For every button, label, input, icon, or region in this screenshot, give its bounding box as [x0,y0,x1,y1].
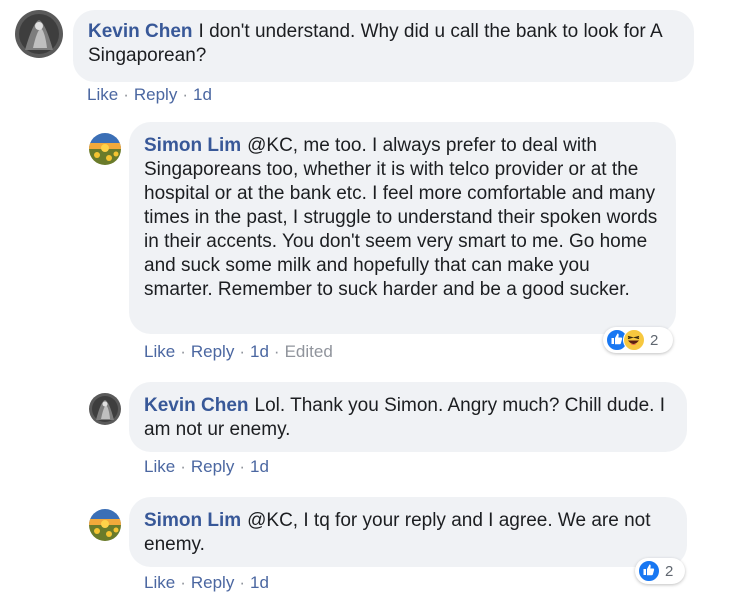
comment-bubble: Simon Lim @KC, I tq for your reply and I … [129,497,687,567]
reply-button[interactable]: Reply [191,573,234,592]
avatar-kevin-chen[interactable] [89,393,121,425]
reply-button[interactable]: Reply [191,342,234,361]
comment-text: Simon Lim @KC, I tq for your reply and I … [144,509,673,557]
comment-text: Kevin Chen Lol. Thank you Simon. Angry mu… [144,394,673,442]
separator: · [180,573,186,592]
reaction-count: 2 [665,562,674,580]
comment-actions: Like · Reply · 1d · Edited [144,342,333,362]
reply-button[interactable]: Reply [134,85,177,104]
comment-author[interactable]: Kevin Chen [144,395,249,416]
timestamp-link[interactable]: 1d [250,342,269,361]
separator: · [180,342,186,361]
reaction-summary[interactable]: 2 [603,327,673,353]
avatar-kevin-chen[interactable] [15,10,63,58]
separator: · [180,457,186,476]
comment-author[interactable]: Kevin Chen [88,21,193,42]
comment-actions: Like · Reply · 1d [144,573,269,593]
edited-label[interactable]: Edited [285,342,333,361]
comment-bubble: Kevin Chen I don't understand. Why did u … [73,10,694,82]
separator: · [239,573,245,592]
comment-text: Simon Lim @KC, me too. I always prefer to… [144,134,662,302]
separator: · [239,342,245,361]
like-button[interactable]: Like [144,573,175,592]
separator: · [182,85,188,104]
comment-body: @KC, me too. I always prefer to deal wit… [144,135,658,300]
comment-actions: Like · Reply · 1d [87,85,212,105]
avatar-simon-lim[interactable] [89,133,121,165]
comment-actions: Like · Reply · 1d [144,457,269,477]
like-reaction-icon [638,560,660,582]
haha-reaction-icon [623,329,645,351]
reply-button[interactable]: Reply [191,457,234,476]
reaction-summary[interactable]: 2 [635,558,685,584]
timestamp-link[interactable]: 1d [250,573,269,592]
comment-author[interactable]: Simon Lim [144,510,241,531]
comment-bubble: Simon Lim @KC, me too. I always prefer to… [129,122,676,334]
timestamp-link[interactable]: 1d [193,85,212,104]
comment-author[interactable]: Simon Lim [144,135,241,156]
separator: · [239,457,245,476]
timestamp-link[interactable]: 1d [250,457,269,476]
avatar-simon-lim[interactable] [89,509,121,541]
comment-text: Kevin Chen I don't understand. Why did u … [88,20,680,68]
separator: · [273,342,280,361]
comment-bubble: Kevin Chen Lol. Thank you Simon. Angry mu… [129,382,687,452]
reaction-count: 2 [650,331,659,349]
separator: · [123,85,129,104]
like-button[interactable]: Like [144,457,175,476]
like-button[interactable]: Like [144,342,175,361]
like-button[interactable]: Like [87,85,118,104]
